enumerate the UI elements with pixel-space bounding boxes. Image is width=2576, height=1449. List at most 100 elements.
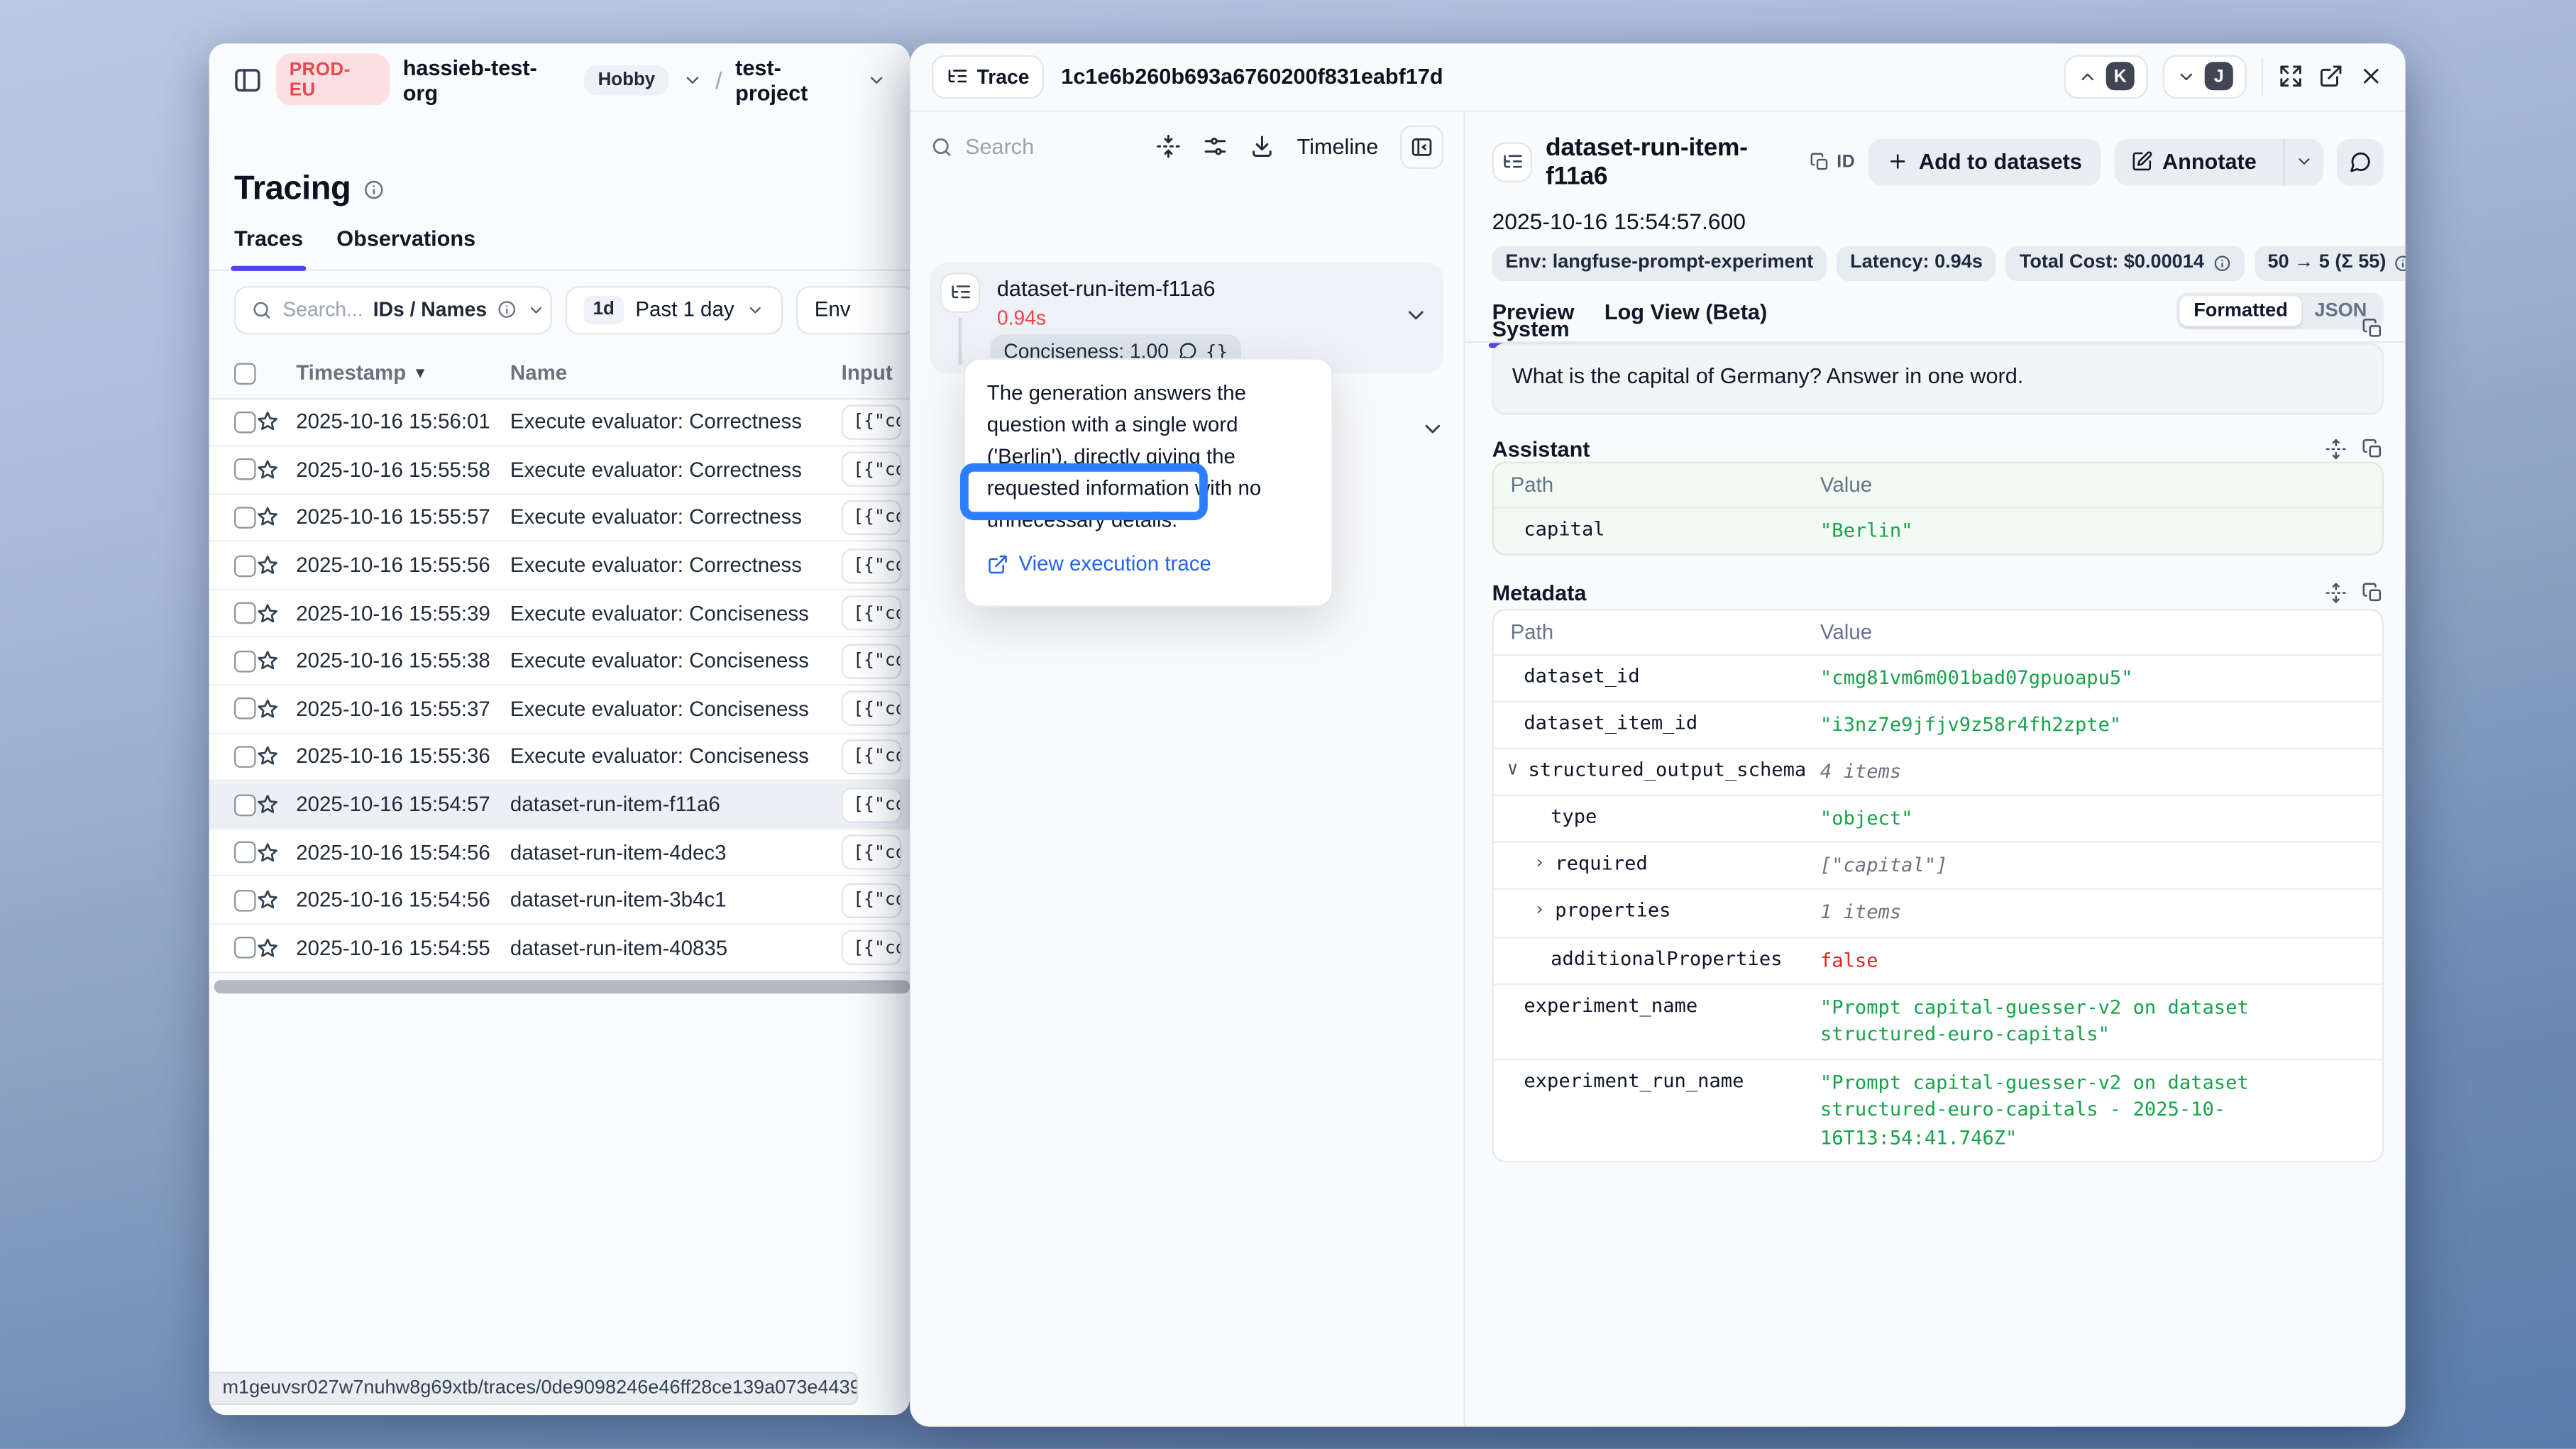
add-to-datasets-button[interactable]: Add to datasets (1868, 138, 2101, 184)
expand-chevron[interactable]: › (1534, 852, 1545, 876)
star-icon[interactable] (256, 841, 280, 864)
row-checkbox[interactable] (234, 555, 256, 577)
table-row[interactable]: 2025-10-16 15:55:37 Execute evaluator: C… (209, 686, 910, 734)
sidebar-toggle-icon[interactable] (233, 65, 263, 94)
search-scope-chevron-icon[interactable] (527, 300, 546, 319)
input-preview[interactable]: [{"cor (842, 883, 902, 918)
collapse-panel-button[interactable] (1400, 125, 1443, 168)
node-chevron-down-icon[interactable] (1404, 302, 1429, 326)
row-checkbox[interactable] (234, 842, 256, 864)
search-scope-label[interactable]: IDs / Names (373, 298, 487, 321)
input-preview[interactable]: [{"cor (842, 452, 902, 487)
copy-id-button[interactable]: ID (1810, 151, 1855, 171)
kv-row-expandable[interactable]: › properties 1 items (1494, 888, 2382, 935)
time-range-button[interactable]: 1d Past 1 day (566, 285, 783, 334)
table-row[interactable]: 2025-10-16 15:55:36 Execute evaluator: C… (209, 734, 910, 781)
row-checkbox[interactable] (234, 650, 256, 672)
timeline-toggle[interactable]: Timeline (1297, 134, 1379, 159)
column-header-timestamp[interactable]: Timestamp (296, 361, 406, 385)
view-execution-trace-link[interactable]: View execution trace (987, 552, 1211, 575)
row-checkbox[interactable] (234, 889, 256, 911)
table-row[interactable]: 2025-10-16 15:55:58 Execute evaluator: C… (209, 447, 910, 495)
select-all-checkbox[interactable] (234, 362, 256, 384)
env-filter-button[interactable]: Env (796, 285, 910, 334)
tab-traces[interactable]: Traces (234, 220, 303, 268)
expand-fullscreen-icon[interactable] (2278, 64, 2303, 89)
star-icon[interactable] (256, 458, 280, 482)
star-icon[interactable] (256, 649, 280, 673)
table-row[interactable]: 2025-10-16 15:55:38 Execute evaluator: C… (209, 638, 910, 685)
expand-chevron[interactable]: › (1534, 899, 1545, 923)
table-row[interactable]: 2025-10-16 15:54:55 dataset-run-item-408… (209, 925, 910, 973)
annotate-dropdown-button[interactable] (2283, 138, 2323, 184)
search-scope-info-icon[interactable] (497, 299, 517, 319)
row-checkbox[interactable] (234, 602, 256, 624)
column-header-input[interactable]: Input (842, 361, 910, 385)
row-checkbox[interactable] (234, 698, 256, 720)
star-icon[interactable] (256, 506, 280, 529)
org-name[interactable]: hassieb-test-org (403, 55, 571, 105)
table-row[interactable]: 2025-10-16 15:54:56 dataset-run-item-4de… (209, 830, 910, 877)
input-preview[interactable]: [{"cor (842, 548, 902, 583)
org-chevron-down-icon[interactable] (682, 70, 702, 89)
annotate-button[interactable]: Annotate (2114, 138, 2274, 184)
copy-icon[interactable] (2362, 317, 2384, 339)
row-checkbox[interactable] (234, 507, 256, 529)
star-icon[interactable] (256, 937, 280, 960)
project-chevron-down-icon[interactable] (866, 70, 886, 89)
row-checkbox[interactable] (234, 746, 256, 768)
star-icon[interactable] (256, 698, 280, 721)
prev-trace-button[interactable]: K (2064, 55, 2148, 98)
star-icon[interactable] (256, 745, 280, 768)
input-preview[interactable]: [{"cor (842, 404, 902, 439)
table-row[interactable]: 2025-10-16 15:55:56 Execute evaluator: C… (209, 542, 910, 590)
input-preview[interactable]: [{"cor (842, 739, 902, 775)
expand-vertical-icon[interactable] (2325, 581, 2347, 603)
input-preview[interactable]: [{"cor (842, 596, 902, 631)
download-icon[interactable] (1250, 134, 1275, 159)
view-settings-icon[interactable] (1204, 134, 1228, 159)
info-icon[interactable] (2213, 253, 2231, 272)
project-name[interactable]: test-project (735, 55, 853, 105)
expand-vertical-icon[interactable] (2325, 437, 2347, 459)
table-row-selected[interactable]: 2025-10-16 15:54:57 dataset-run-item-f11… (209, 781, 910, 829)
copy-icon[interactable] (2362, 437, 2384, 459)
kv-row-expandable[interactable]: ∨ structured_output_schema 4 items (1494, 747, 2382, 794)
row-checkbox[interactable] (234, 937, 256, 959)
tab-observations[interactable]: Observations (336, 220, 475, 268)
close-icon[interactable] (2359, 64, 2384, 89)
row-checkbox[interactable] (234, 794, 256, 816)
next-node-chevron-down-icon[interactable] (1420, 416, 1445, 441)
collapse-chevron[interactable]: ∨ (1507, 757, 1519, 781)
search-input[interactable]: Search... IDs / Names (234, 285, 552, 334)
kv-row-expandable[interactable]: › required ["capital"] (1494, 842, 2382, 888)
input-preview[interactable]: [{"cor (842, 930, 902, 966)
copy-icon[interactable] (2362, 581, 2384, 603)
input-preview[interactable]: [{"cor (842, 644, 902, 678)
column-header-name[interactable]: Name (510, 361, 842, 385)
horizontal-scrollbar-thumb[interactable] (214, 979, 910, 993)
info-icon[interactable] (363, 178, 385, 200)
star-icon[interactable] (256, 793, 280, 816)
open-external-icon[interactable] (2318, 64, 2343, 89)
info-icon[interactable] (2394, 253, 2405, 272)
next-trace-button[interactable]: J (2163, 55, 2247, 98)
sort-desc-icon[interactable]: ▼ (413, 365, 428, 382)
star-icon[interactable] (256, 602, 280, 625)
horizontal-scrollbar[interactable] (214, 979, 910, 993)
collapse-all-icon[interactable] (1157, 134, 1182, 159)
input-preview[interactable]: [{"cor (842, 500, 902, 535)
star-icon[interactable] (256, 553, 280, 577)
input-preview[interactable]: [{"cor (842, 835, 902, 871)
input-preview[interactable]: [{"cor (842, 787, 902, 822)
star-icon[interactable] (256, 888, 280, 912)
table-row[interactable]: 2025-10-16 15:55:39 Execute evaluator: C… (209, 590, 910, 638)
tree-search-input[interactable]: Search (930, 134, 1135, 159)
comments-button[interactable] (2337, 138, 2384, 184)
row-checkbox[interactable] (234, 459, 256, 481)
table-row[interactable]: 2025-10-16 15:55:57 Execute evaluator: C… (209, 495, 910, 542)
table-row[interactable]: 2025-10-16 15:54:56 dataset-run-item-3b4… (209, 877, 910, 925)
input-preview[interactable]: [{"cor (842, 691, 902, 726)
star-icon[interactable] (256, 410, 280, 434)
table-row[interactable]: 2025-10-16 15:56:01 Execute evaluator: C… (209, 399, 910, 446)
